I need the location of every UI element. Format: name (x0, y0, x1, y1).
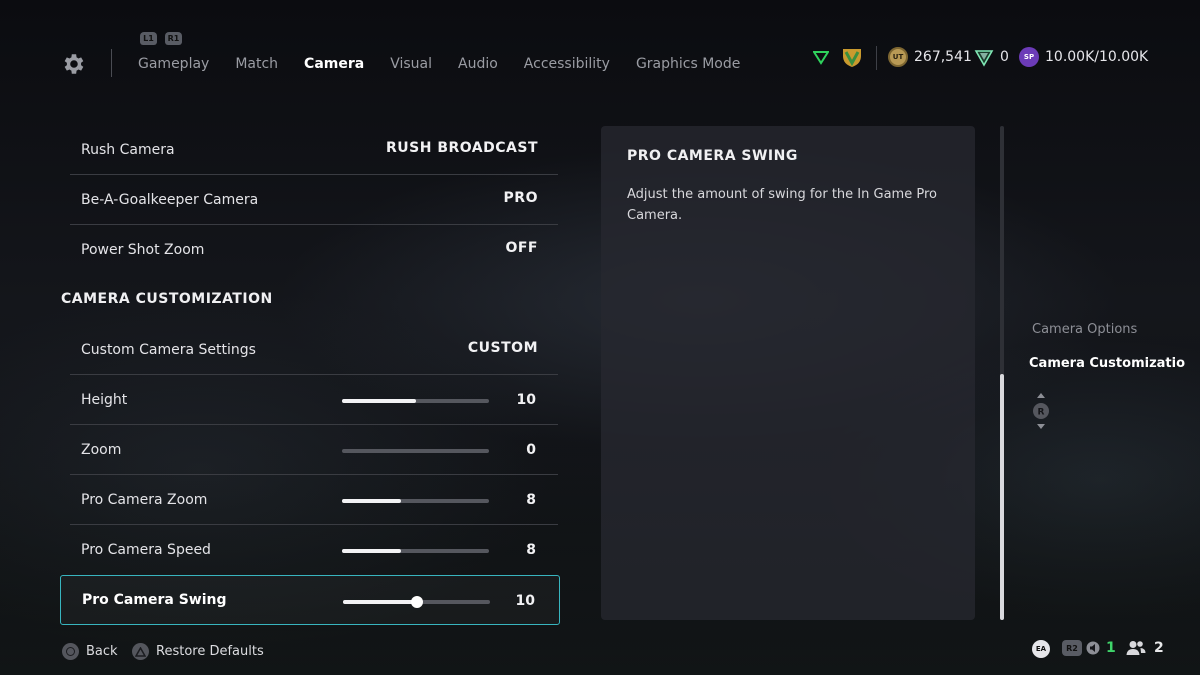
settings-tabs: Gameplay Match Camera Visual Audio Acces… (138, 56, 766, 72)
gear-icon[interactable] (60, 51, 86, 77)
zoom-slider[interactable] (342, 449, 489, 453)
points-balance: 0 (974, 47, 1009, 67)
slider-value: 0 (526, 442, 536, 458)
sp-value: 10.00K/10.00K (1045, 49, 1149, 65)
right-stick-icon: R (1033, 393, 1049, 429)
section-title: CAMERA CUSTOMIZATION (61, 291, 273, 307)
ea-logo-icon: EA (1032, 640, 1050, 658)
slider-fill (342, 399, 416, 403)
setting-row-pro-camera-swing[interactable]: Pro Camera Swing 10 (60, 575, 560, 625)
coins-value: 267,541 (914, 49, 972, 65)
setting-label: Zoom (81, 442, 122, 458)
setting-label: Custom Camera Settings (81, 342, 256, 358)
camera-settings-list: Rush Camera RUSH BROADCAST Be-A-Goalkeep… (60, 125, 560, 625)
l1-button-icon[interactable]: L1 (140, 32, 157, 45)
triangle-button-icon (132, 643, 149, 660)
setting-row-height[interactable]: Height 10 (70, 375, 558, 425)
top-bar: L1 R1 Gameplay Match Camera Visual Audio… (0, 0, 1200, 100)
slider-fill (342, 549, 401, 553)
back-label: Back (86, 644, 118, 659)
setting-label: Pro Camera Swing (82, 592, 227, 608)
restore-defaults-label: Restore Defaults (156, 644, 264, 659)
slider-fill (342, 499, 401, 503)
r2-button-icon: R2 (1062, 640, 1082, 656)
tab-camera[interactable]: Camera (304, 56, 364, 72)
setting-label: Rush Camera (81, 142, 175, 158)
friends-online[interactable]: 2 (1126, 640, 1164, 656)
friends-count: 2 (1154, 640, 1164, 656)
restore-defaults-button[interactable]: Restore Defaults (132, 643, 264, 660)
speaker-icon (1086, 641, 1100, 655)
r1-button-icon[interactable]: R1 (165, 32, 182, 45)
slider-value: 10 (516, 392, 536, 408)
setting-label: Pro Camera Zoom (81, 492, 208, 508)
tab-visual[interactable]: Visual (390, 56, 432, 72)
setting-value: RUSH BROADCAST (386, 140, 538, 156)
r2-voice-chat[interactable]: R2 1 (1062, 640, 1116, 656)
setting-label: Be-A-Goalkeeper Camera (81, 192, 259, 208)
setting-value: CUSTOM (467, 340, 538, 356)
tab-graphics-mode[interactable]: Graphics Mode (636, 56, 740, 72)
jump-item-camera-options[interactable]: Camera Options (1032, 322, 1137, 337)
club-badge-icon (843, 49, 861, 67)
pro-camera-swing-slider[interactable] (343, 596, 490, 608)
slider-thumb[interactable] (410, 596, 423, 608)
tab-audio[interactable]: Audio (458, 56, 498, 72)
stick-label: R (1038, 408, 1045, 418)
setting-label: Pro Camera Speed (81, 542, 211, 558)
coins-balance: UT 267,541 (888, 47, 972, 67)
tab-accessibility[interactable]: Accessibility (524, 56, 610, 72)
scrollbar-thumb[interactable] (1000, 374, 1004, 620)
pro-camera-zoom-slider[interactable] (342, 499, 489, 503)
slider-fill (343, 600, 417, 604)
setting-label: Power Shot Zoom (81, 242, 205, 258)
tab-match[interactable]: Match (235, 56, 278, 72)
description-panel: PRO CAMERA SWING Adjust the amount of sw… (601, 126, 975, 620)
tab-gameplay[interactable]: Gameplay (138, 56, 209, 72)
back-button[interactable]: Back (62, 643, 118, 660)
panel-title: PRO CAMERA SWING (627, 148, 798, 164)
ea-badge: EA (1032, 640, 1050, 658)
jump-item-camera-customization[interactable]: Camera Customizatio (1029, 356, 1200, 371)
nav-divider (111, 49, 112, 77)
camera-customization-section: CAMERA CUSTOMIZATION (60, 275, 560, 325)
setting-value: OFF (505, 240, 538, 256)
setting-label: Height (81, 392, 128, 408)
slider-value: 8 (526, 492, 536, 508)
voice-count: 1 (1106, 640, 1116, 656)
panel-description: Adjust the amount of swing for the In Ga… (627, 187, 937, 223)
currency-divider (876, 46, 877, 70)
season-rank-icon (813, 51, 829, 65)
sp-balance: SP 10.00K/10.00K (1019, 47, 1148, 67)
setting-row-power-shot-zoom[interactable]: Power Shot Zoom OFF (70, 225, 558, 275)
setting-row-pro-camera-speed[interactable]: Pro Camera Speed 8 (70, 525, 558, 575)
friends-icon (1126, 641, 1146, 655)
slider-value: 8 (526, 542, 536, 558)
setting-row-rush-camera[interactable]: Rush Camera RUSH BROADCAST (70, 125, 558, 175)
slider-value: 10 (515, 593, 535, 609)
coin-icon: UT (888, 47, 908, 67)
sp-icon: SP (1019, 47, 1039, 67)
setting-row-custom-camera-settings[interactable]: Custom Camera Settings CUSTOM (70, 325, 558, 375)
setting-row-pro-camera-zoom[interactable]: Pro Camera Zoom 8 (70, 475, 558, 525)
height-slider[interactable] (342, 399, 489, 403)
pro-camera-speed-slider[interactable] (342, 549, 489, 553)
circle-button-icon (62, 643, 79, 660)
setting-row-zoom[interactable]: Zoom 0 (70, 425, 558, 475)
points-icon (974, 50, 994, 67)
points-value: 0 (1000, 49, 1009, 65)
setting-value: PRO (503, 190, 538, 206)
setting-row-goalkeeper-camera[interactable]: Be-A-Goalkeeper Camera PRO (70, 175, 558, 225)
